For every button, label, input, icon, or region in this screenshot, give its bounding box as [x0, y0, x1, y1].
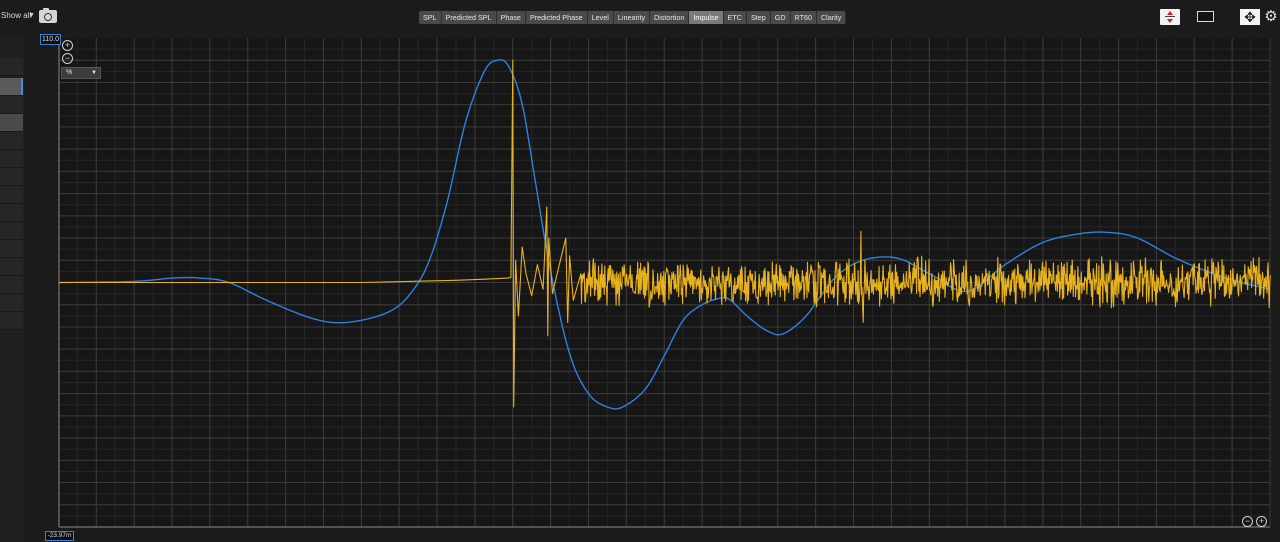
- zoom-in-icon[interactable]: +: [62, 40, 73, 51]
- y-unit-select[interactable]: % ▼: [61, 67, 101, 79]
- y-axis-top-value[interactable]: 110.0: [40, 34, 61, 45]
- x-axis-left-value[interactable]: -23.97m: [45, 531, 74, 541]
- zoom-out-icon[interactable]: −: [62, 53, 73, 64]
- chart-svg[interactable]: [0, 0, 1280, 542]
- impulse-chart: [0, 0, 1280, 542]
- chevron-down-icon: ▼: [91, 70, 97, 76]
- zoom-out-icon[interactable]: −: [1242, 516, 1253, 527]
- y-unit-value: %: [66, 69, 73, 76]
- zoom-in-icon[interactable]: +: [1256, 516, 1267, 527]
